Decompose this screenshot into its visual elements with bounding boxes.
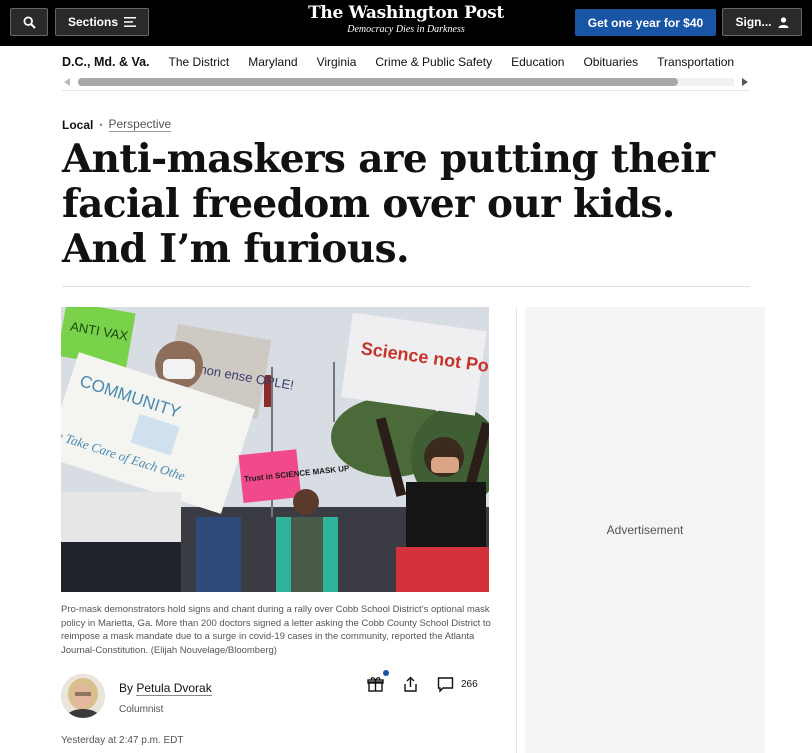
kicker-section-link[interactable]: Local [62,118,93,132]
subnav-link-virginia[interactable]: Virginia [317,55,357,69]
scroll-left-arrow-icon[interactable] [64,78,70,86]
protest-photo-illustration: ANTI VAX mmon ense OPLE! COMMUNITY e Tak… [61,307,489,592]
brand-tagline: Democracy Dies in Darkness [347,24,465,35]
share-button[interactable] [399,673,421,695]
byline: By Petula Dvorak [119,681,212,696]
subnav-link-crime-public-safety[interactable]: Crime & Public Safety [375,55,492,69]
sections-button[interactable]: Sections [55,8,149,36]
subnav-link-transportation[interactable]: Transportation [657,55,734,69]
author-avatar[interactable] [61,674,105,718]
subnav-link-education[interactable]: Education [511,55,564,69]
top-navigation-bar: Sections The Washington Post Democracy D… [0,0,812,46]
publish-timestamp: Yesterday at 2:47 p.m. EDT [61,735,184,746]
brand-title: The Washington Post [308,3,504,23]
comment-icon [437,676,453,693]
subnav-scrollbar[interactable] [62,76,750,89]
site-logo[interactable]: The Washington Post Democracy Dies in Da… [300,3,512,36]
article-tools: 266 [364,670,478,695]
advertisement-label: Advertisement [606,523,684,537]
subscribe-button[interactable]: Get one year for $40 [575,9,716,36]
column-divider [516,307,517,753]
photo-caption: Pro-mask demonstrators hold signs and ch… [61,604,491,656]
author-name-link[interactable]: Petula Dvorak [136,681,212,696]
gift-icon [366,676,384,692]
gift-article-button[interactable] [364,670,389,695]
subnav-section-label[interactable]: D.C., Md. & Va. [62,55,150,69]
search-button[interactable] [10,8,48,36]
scroll-right-arrow-icon[interactable] [742,78,748,86]
comment-count[interactable]: 266 [461,679,478,690]
kicker-perspective-label[interactable]: Perspective [108,117,172,132]
divider [62,90,750,91]
sign-in-button[interactable]: Sign... [722,8,802,36]
subnav-link-the-district[interactable]: The District [169,55,230,69]
search-icon [22,15,36,29]
subnav-link-maryland[interactable]: Maryland [248,55,297,69]
article-kicker: Local • Perspective [62,117,172,132]
gift-notification-dot [383,670,389,676]
sign-in-label: Sign... [735,15,772,29]
sections-label: Sections [67,15,118,29]
share-icon [403,676,417,692]
comments-button[interactable] [434,673,456,695]
section-subnav: D.C., Md. & Va. The District Maryland Vi… [62,53,752,71]
subnav-link-obituaries[interactable]: Obituaries [583,55,638,69]
article-photo[interactable]: ANTI VAX mmon ense OPLE! COMMUNITY e Tak… [61,307,489,592]
divider [62,286,750,287]
author-portrait [61,674,105,718]
advertisement-slot[interactable]: Advertisement [525,307,765,753]
user-icon [778,16,788,28]
article-headline: Anti-maskers are putting their facial fr… [62,136,715,272]
kicker-separator: • [99,119,103,130]
byline-prefix: By [119,681,134,695]
scroll-thumb[interactable] [78,78,678,86]
author-role: Columnist [119,704,164,715]
menu-icon [124,17,136,27]
